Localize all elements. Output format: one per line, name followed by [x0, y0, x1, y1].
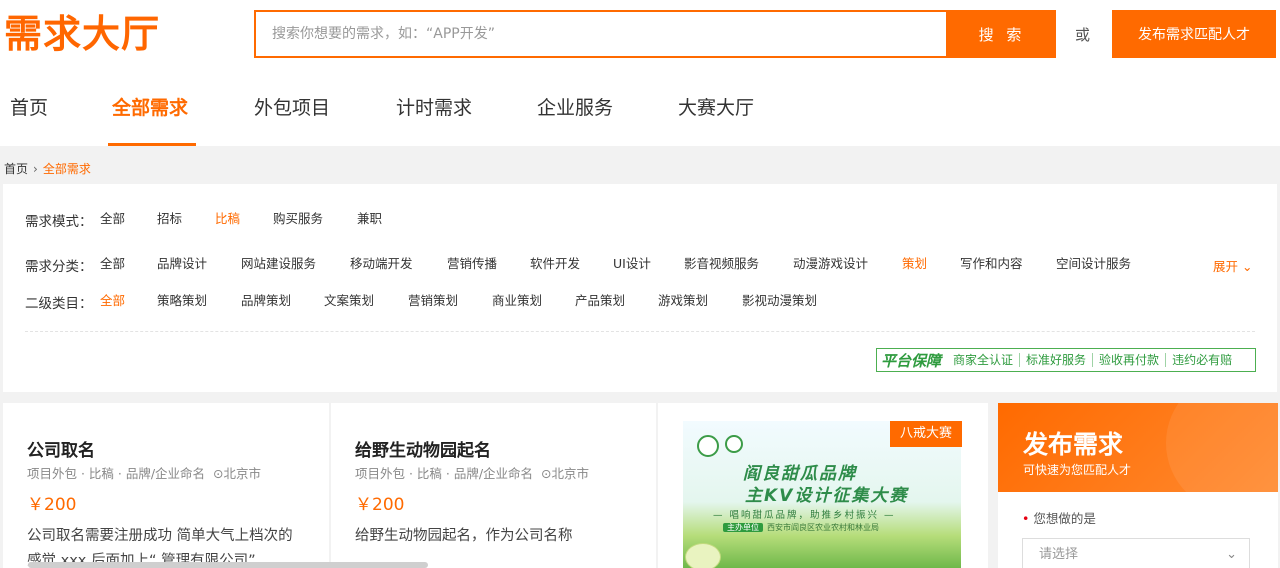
select-placeholder: 请选择	[1039, 547, 1079, 562]
poster-logo-icon	[725, 435, 743, 453]
filter-subcategory-option[interactable]: 品牌策划	[241, 292, 291, 310]
required-mark: •	[1022, 511, 1030, 526]
breadcrumb-current: 全部需求	[42, 162, 91, 176]
poster-slogan: — 唱响甜瓜品牌，助推乡村振兴 —	[713, 510, 896, 521]
nav-active-indicator	[108, 143, 196, 146]
location-pin-icon: ⊙	[213, 466, 224, 481]
filter-panel: 需求模式： 全部 招标 比稿 购买服务 兼职 需求分类： 全部 品牌设计 网站建…	[3, 184, 1277, 392]
demand-description: 给野生动物园起名，作为公司名称	[355, 528, 573, 544]
filter-subcategory-option[interactable]: 策略策划	[157, 292, 207, 310]
demand-card[interactable]: 给野生动物园起名 项目外包 · 比稿 · 品牌/企业命名 ⊙北京市 ￥200 给…	[331, 403, 656, 568]
or-text: 或	[1075, 26, 1091, 44]
demand-location: 北京市	[551, 466, 590, 481]
contest-tag: 八戒大赛	[890, 421, 962, 447]
filter-category-option[interactable]: 软件开发	[530, 255, 580, 273]
demand-type-select[interactable]: 请选择 ⌄	[1022, 538, 1250, 568]
poster-host-tag: 主办单位	[723, 523, 763, 532]
guarantee-item: 标准好服务	[1019, 353, 1092, 367]
poster-host-name: 西安市阎良区农业农村和林业局	[767, 523, 879, 532]
nav-all-demands[interactable]: 全部需求	[112, 94, 188, 146]
filter-category-option[interactable]: 移动端开发	[350, 255, 413, 273]
search-box[interactable]	[254, 10, 948, 58]
demand-type: 项目外包 · 比稿 · 品牌/企业命名	[355, 466, 534, 481]
filter-subcategory-option[interactable]: 商业策划	[492, 292, 542, 310]
filter-subcategory-option[interactable]: 文案策划	[324, 292, 374, 310]
contest-card[interactable]: 阎良甜瓜品牌 主KV设计征集大赛 — 唱响甜瓜品牌，助推乡村振兴 — 主办单位西…	[658, 403, 988, 568]
filter-category-option[interactable]: 影音视频服务	[684, 255, 759, 273]
demand-price: ￥200	[355, 495, 405, 515]
demand-meta: 项目外包 · 比稿 · 品牌/企业命名 ⊙北京市	[355, 463, 589, 482]
filter-subcategory-option[interactable]: 影视动漫策划	[742, 292, 817, 310]
decoration-circle	[1166, 403, 1278, 492]
filter-subcategory-option[interactable]: 营销策划	[408, 292, 458, 310]
guarantee-item: 验收再付款	[1092, 353, 1165, 367]
publish-title: 发布需求	[1023, 430, 1124, 459]
filter-label-mode: 需求模式：	[25, 214, 93, 230]
filter-mode-option[interactable]: 购买服务	[273, 210, 323, 228]
page-logo[interactable]: 需求大厅	[4, 10, 160, 58]
guarantee-badge: 平台保障	[877, 349, 948, 371]
publish-field-label: • 您想做的是	[1022, 508, 1096, 527]
demand-location: 北京市	[223, 466, 262, 481]
chevron-down-icon: ⌄	[1226, 547, 1237, 562]
filter-subcategory-option[interactable]: 全部	[100, 292, 125, 310]
publish-field-label-text: 您想做的是	[1033, 511, 1096, 526]
expand-categories-button[interactable]: 展开 ⌄	[1213, 256, 1252, 275]
filter-category-option[interactable]: 网站建设服务	[241, 255, 316, 273]
guarantee-item: 违约必有赔	[1165, 353, 1238, 367]
location-pin-icon: ⊙	[541, 466, 552, 481]
publish-demand-button[interactable]: 发布需求匹配人才	[1112, 10, 1276, 58]
filter-mode-option[interactable]: 招标	[157, 210, 182, 228]
filter-divider	[25, 331, 1255, 332]
nav-home[interactable]: 首页	[10, 94, 48, 146]
filter-mode-option[interactable]: 比稿	[215, 210, 240, 228]
nav-enterprise[interactable]: 企业服务	[537, 94, 613, 146]
nav-contest-hall[interactable]: 大赛大厅	[678, 94, 754, 146]
filter-category-option[interactable]: 写作和内容	[960, 255, 1023, 273]
main-nav: 首页 全部需求 外包项目 计时需求 企业服务 大赛大厅	[0, 86, 1280, 146]
header: 需求大厅 搜 索 或 发布需求匹配人才 首页 全部需求 外包项目 计时需求 企业…	[0, 0, 1280, 146]
publish-sidebar: 发布需求 可快速为您匹配人才 • 您想做的是 请选择 ⌄	[998, 403, 1278, 568]
search-button[interactable]: 搜 索	[948, 10, 1056, 58]
filter-category-option[interactable]: 策划	[902, 255, 927, 273]
demand-title[interactable]: 公司取名	[27, 436, 95, 461]
breadcrumb-home[interactable]: 首页	[4, 162, 28, 176]
filter-label-subcategory: 二级类目：	[25, 296, 93, 312]
melon-illustration	[685, 543, 721, 568]
nav-hourly[interactable]: 计时需求	[396, 94, 472, 146]
demand-type: 项目外包 · 比稿 · 品牌/企业命名	[27, 466, 206, 481]
poster-host: 主办单位 西安市阎良区农业农村和林业局	[723, 522, 879, 533]
publish-sidebar-header: 发布需求 可快速为您匹配人才	[998, 403, 1278, 492]
filter-category-option[interactable]: UI设计	[613, 255, 651, 273]
publish-subtitle: 可快速为您匹配人才	[1023, 463, 1132, 477]
demand-price: ￥200	[27, 495, 77, 515]
filter-subcategory-option[interactable]: 游戏策划	[658, 292, 708, 310]
filter-category-option[interactable]: 营销传播	[447, 255, 497, 273]
filter-mode-option[interactable]: 全部	[100, 210, 125, 228]
demand-title[interactable]: 给野生动物园起名	[355, 436, 491, 461]
poster-title-line2: 主KV设计征集大赛	[745, 486, 909, 506]
filter-subcategory-option[interactable]: 产品策划	[575, 292, 625, 310]
filter-category-option[interactable]: 品牌设计	[157, 255, 207, 273]
demand-card[interactable]: 公司取名 项目外包 · 比稿 · 品牌/企业命名 ⊙北京市 ￥200 公司取名需…	[3, 403, 329, 568]
nav-outsourcing[interactable]: 外包项目	[254, 94, 330, 146]
breadcrumb-separator: ›	[33, 162, 38, 176]
search-input[interactable]	[256, 12, 946, 56]
filter-label-category: 需求分类：	[25, 259, 93, 275]
breadcrumb: 首页 › 全部需求	[4, 160, 91, 177]
filter-mode-option[interactable]: 兼职	[357, 210, 382, 228]
demand-meta: 项目外包 · 比稿 · 品牌/企业命名 ⊙北京市	[27, 463, 261, 482]
poster-logo-icon	[697, 435, 719, 457]
filter-category-option[interactable]: 动漫游戏设计	[793, 255, 868, 273]
horizontal-scrollbar[interactable]	[28, 562, 428, 568]
filter-category-option[interactable]: 全部	[100, 255, 125, 273]
guarantee-item: 商家全认证	[953, 353, 1014, 367]
filter-category-option[interactable]: 空间设计服务	[1056, 255, 1131, 273]
platform-guarantee-banner[interactable]: 平台保障 商家全认证 标准好服务 验收再付款 违约必有赔	[876, 348, 1256, 372]
